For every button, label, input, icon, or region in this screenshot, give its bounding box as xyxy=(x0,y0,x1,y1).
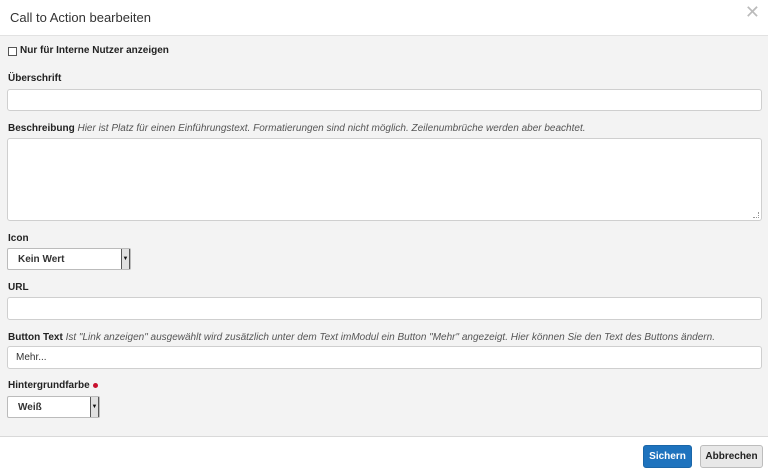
icon-label: Icon xyxy=(8,233,29,244)
button-text-label-row: Button Text Ist "Link anzeigen" ausgewäh… xyxy=(8,332,715,343)
chevron-down-icon: ▼ xyxy=(90,397,99,417)
icon-select[interactable]: Kein Wert ▼ xyxy=(7,248,131,270)
icon-select-value: Kein Wert xyxy=(18,253,65,265)
background-label-row: Hintergrundfarbe xyxy=(8,380,98,391)
dialog-footer: Sichern Abbrechen xyxy=(0,436,768,474)
dialog-title: Call to Action bearbeiten xyxy=(10,10,151,25)
background-select[interactable]: Weiß ▼ xyxy=(7,396,100,418)
save-button[interactable]: Sichern xyxy=(643,445,692,468)
resize-grip-icon[interactable] xyxy=(753,212,759,218)
description-label-row: Beschreibung Hier ist Platz für einen Ei… xyxy=(8,123,586,134)
button-text-input[interactable] xyxy=(7,346,762,369)
background-select-value: Weiß xyxy=(18,401,42,413)
close-icon[interactable]: ✕ xyxy=(745,4,760,22)
chevron-down-icon: ▼ xyxy=(121,249,130,269)
edit-cta-dialog: Call to Action bearbeiten ✕ Nur für Inte… xyxy=(0,0,768,474)
url-input[interactable] xyxy=(7,297,762,320)
dialog-header: Call to Action bearbeiten ✕ xyxy=(0,0,768,36)
description-hint: Hier ist Platz für einen Einführungstext… xyxy=(77,123,586,134)
button-text-label: Button Text xyxy=(8,332,63,343)
description-label: Beschreibung xyxy=(8,123,75,134)
description-textarea[interactable] xyxy=(7,138,762,221)
background-label: Hintergrundfarbe xyxy=(8,380,90,391)
required-indicator-icon xyxy=(92,382,98,388)
internal-only-row[interactable]: Nur für Interne Nutzer anzeigen xyxy=(8,45,169,56)
internal-only-checkbox[interactable] xyxy=(8,46,17,56)
button-text-hint: Ist "Link anzeigen" ausgewählt wird zusä… xyxy=(65,332,715,343)
heading-input[interactable] xyxy=(7,89,762,111)
heading-label: Überschrift xyxy=(8,73,62,84)
url-label: URL xyxy=(8,282,29,293)
cancel-button[interactable]: Abbrechen xyxy=(700,445,763,468)
internal-only-label: Nur für Interne Nutzer anzeigen xyxy=(20,45,169,56)
